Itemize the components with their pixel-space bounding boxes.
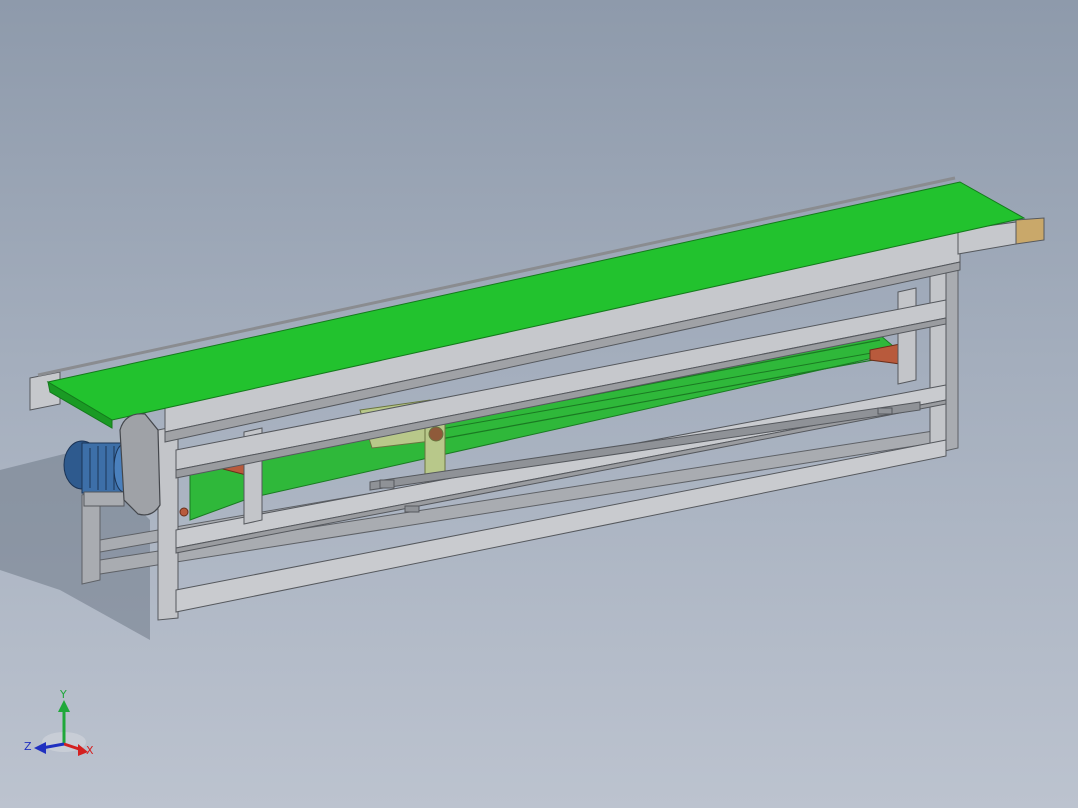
- graphics-viewport[interactable]: Y X Z: [0, 0, 1078, 808]
- drive-guard: [119, 413, 161, 516]
- z-axis-arrow: [34, 742, 46, 754]
- y-axis-label: Y: [59, 688, 67, 701]
- x-axis-label: X: [86, 744, 94, 757]
- conveyor-model[interactable]: [0, 0, 1078, 808]
- z-axis-label: Z: [24, 740, 32, 753]
- coordinate-triad: Y X Z: [20, 686, 100, 766]
- y-axis-arrow: [58, 700, 70, 712]
